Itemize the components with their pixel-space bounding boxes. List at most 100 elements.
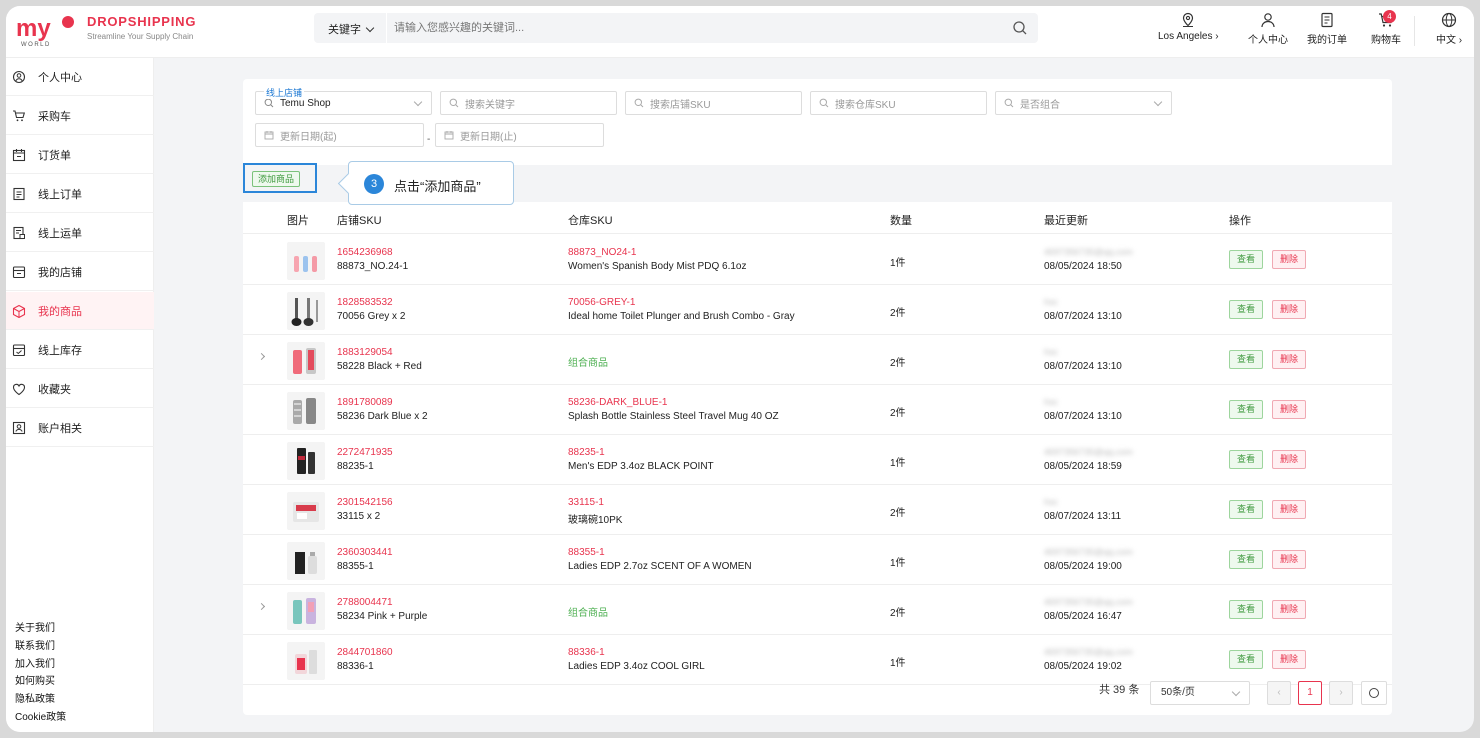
updated-date: 08/07/2024 13:11	[1044, 511, 1122, 522]
delete-button[interactable]: 删除	[1272, 400, 1306, 419]
prev-page-button[interactable]: ‹	[1267, 681, 1291, 705]
warehouse-sku-code[interactable]: 88873_NO24-1	[568, 247, 636, 258]
warehouse-sku-code[interactable]: 88336-1	[568, 647, 605, 658]
search-icon[interactable]	[1012, 20, 1028, 36]
sidebar-item-7[interactable]: 线上库存	[6, 331, 154, 369]
store-sku-id[interactable]: 2844701860	[337, 647, 393, 658]
delete-button[interactable]: 删除	[1272, 450, 1306, 469]
warehouse-sku-search-input[interactable]: 搜索仓库SKU	[810, 91, 987, 115]
store-sku-id[interactable]: 2301542156	[337, 497, 393, 508]
top-header: my WORLD DROPSHIPPING Streamline Your Su…	[6, 6, 1474, 58]
view-button[interactable]: 查看	[1229, 300, 1263, 319]
date-separator: -	[427, 134, 431, 145]
language-label: 中文	[1436, 35, 1456, 46]
store-sku-name: 58228 Black + Red	[337, 361, 422, 372]
sidebar-item-8[interactable]: 收藏夹	[6, 370, 154, 408]
orders-button[interactable]: 我的订单	[1307, 12, 1347, 46]
sidebar-item-1[interactable]: 采购车	[6, 97, 154, 135]
cart-button[interactable]: 4 购物车	[1370, 10, 1402, 46]
view-button[interactable]: 查看	[1229, 650, 1263, 669]
calendar-icon	[12, 148, 26, 161]
footer-link[interactable]: 联系我们	[15, 638, 66, 656]
sidebar-item-3[interactable]: 线上订单	[6, 175, 154, 213]
page-1-button[interactable]: 1	[1298, 681, 1322, 705]
date-end-placeholder: 更新日期(止)	[460, 131, 517, 143]
account-button[interactable]: 个人中心	[1248, 12, 1288, 46]
view-button[interactable]: 查看	[1229, 500, 1263, 519]
refresh-icon	[1369, 688, 1379, 698]
view-button[interactable]: 查看	[1229, 550, 1263, 569]
date-end-input[interactable]: 更新日期(止)	[435, 123, 604, 147]
updated-date: 08/05/2024 16:47	[1044, 611, 1122, 622]
warehouse-sku-code[interactable]: 33115-1	[568, 497, 604, 508]
view-button[interactable]: 查看	[1229, 400, 1263, 419]
next-page-button[interactable]: ›	[1329, 681, 1353, 705]
delete-button[interactable]: 删除	[1272, 500, 1306, 519]
delete-button[interactable]: 删除	[1272, 350, 1306, 369]
sidebar-item-6[interactable]: 我的商品	[6, 292, 154, 330]
footer-link[interactable]: 关于我们	[15, 620, 66, 638]
app-window: my WORLD DROPSHIPPING Streamline Your Su…	[6, 6, 1474, 732]
store-sku-id[interactable]: 2788004471	[337, 597, 393, 608]
sidebar-item-9[interactable]: 账户相关	[6, 409, 154, 447]
warehouse-sku-name: Ideal home Toilet Plunger and Brush Comb…	[568, 311, 795, 322]
location-button[interactable]: Los Angeles ›	[1158, 12, 1219, 42]
sidebar-item-5[interactable]: 我的店铺	[6, 253, 154, 291]
store-sku-id[interactable]: 1654236968	[337, 247, 393, 258]
delete-button[interactable]: 删除	[1272, 550, 1306, 569]
page-size-select[interactable]: 50条/页	[1150, 681, 1250, 705]
view-button[interactable]: 查看	[1229, 350, 1263, 369]
chevron-down-icon	[413, 97, 423, 107]
view-button[interactable]: 查看	[1229, 600, 1263, 619]
sidebar-item-2[interactable]: 订货单	[6, 136, 154, 174]
sidebar: 个人中心 采购车 订货单 线上订单 线上运单 我的店铺 我的商品 线上库存 收藏…	[6, 58, 154, 732]
delete-button[interactable]: 删除	[1272, 600, 1306, 619]
store-sku-id[interactable]: 1891780089	[337, 397, 393, 408]
table-row: 1828583532 70056 Grey x 2 70056-GREY-1 Idea…	[243, 285, 1392, 335]
calendar-icon	[264, 131, 274, 140]
sidebar-item-4[interactable]: 线上运单	[6, 214, 154, 252]
keyword-search-input[interactable]: 搜索关键字	[440, 91, 617, 115]
warehouse-sku-code[interactable]: 58236-DARK_BLUE-1	[568, 397, 668, 408]
warehouse-sku-code: 组合商品	[568, 358, 608, 369]
updated-by: hsc	[1044, 347, 1059, 357]
date-start-placeholder: 更新日期(起)	[280, 131, 337, 143]
col-actions: 操作	[1229, 215, 1251, 227]
expand-chevron-icon[interactable]	[257, 602, 266, 611]
warehouse-sku-code[interactable]: 70056-GREY-1	[568, 297, 635, 308]
store-sku-id[interactable]: 1883129054	[337, 347, 393, 358]
language-button[interactable]: 中文 ›	[1436, 12, 1462, 46]
refresh-button[interactable]	[1361, 681, 1387, 705]
sidebar-item-0[interactable]: 个人中心	[6, 58, 154, 96]
expand-chevron-icon[interactable]	[257, 352, 266, 361]
add-product-button[interactable]: 添加商品	[252, 171, 301, 187]
search-input[interactable]	[394, 18, 974, 38]
store-sku-search-input[interactable]: 搜索店铺SKU	[625, 91, 802, 115]
sidebar-item-label: 我的商品	[38, 305, 82, 318]
view-button[interactable]: 查看	[1229, 450, 1263, 469]
store-sku-id[interactable]: 1828583532	[337, 297, 393, 308]
footer-link[interactable]: 加入我们	[15, 656, 66, 674]
delete-button[interactable]: 删除	[1272, 650, 1306, 669]
view-button[interactable]: 查看	[1229, 250, 1263, 269]
warehouse-sku-code[interactable]: 88355-1	[568, 547, 605, 558]
footer-link[interactable]: 隐私政策	[15, 691, 66, 709]
updated-by: 4697356735@qq.com	[1044, 597, 1133, 607]
quantity: 1件	[890, 658, 906, 669]
warehouse-sku-name: Men's EDP 3.4oz BLACK POINT	[568, 461, 714, 472]
store-sku-id[interactable]: 2272471935	[337, 447, 393, 458]
combo-select[interactable]: 是否组合	[995, 91, 1172, 115]
warehouse-sku-name: 玻璃碗10PK	[568, 515, 623, 526]
chevron-down-icon	[365, 23, 375, 33]
search-type-select[interactable]: 关键字	[328, 21, 375, 37]
inventory-icon	[12, 343, 26, 356]
date-start-input[interactable]: 更新日期(起)	[255, 123, 424, 147]
delete-button[interactable]: 删除	[1272, 300, 1306, 319]
footer-link[interactable]: 如何购买	[15, 673, 66, 691]
delete-button[interactable]: 删除	[1272, 250, 1306, 269]
store-sku-id[interactable]: 2360303441	[337, 547, 393, 558]
footer-link[interactable]: Cookie政策	[15, 709, 66, 727]
product-thumbnail	[287, 492, 325, 530]
warehouse-sku-code[interactable]: 88235-1	[568, 447, 605, 458]
logo-icon[interactable]: my WORLD	[16, 14, 82, 48]
